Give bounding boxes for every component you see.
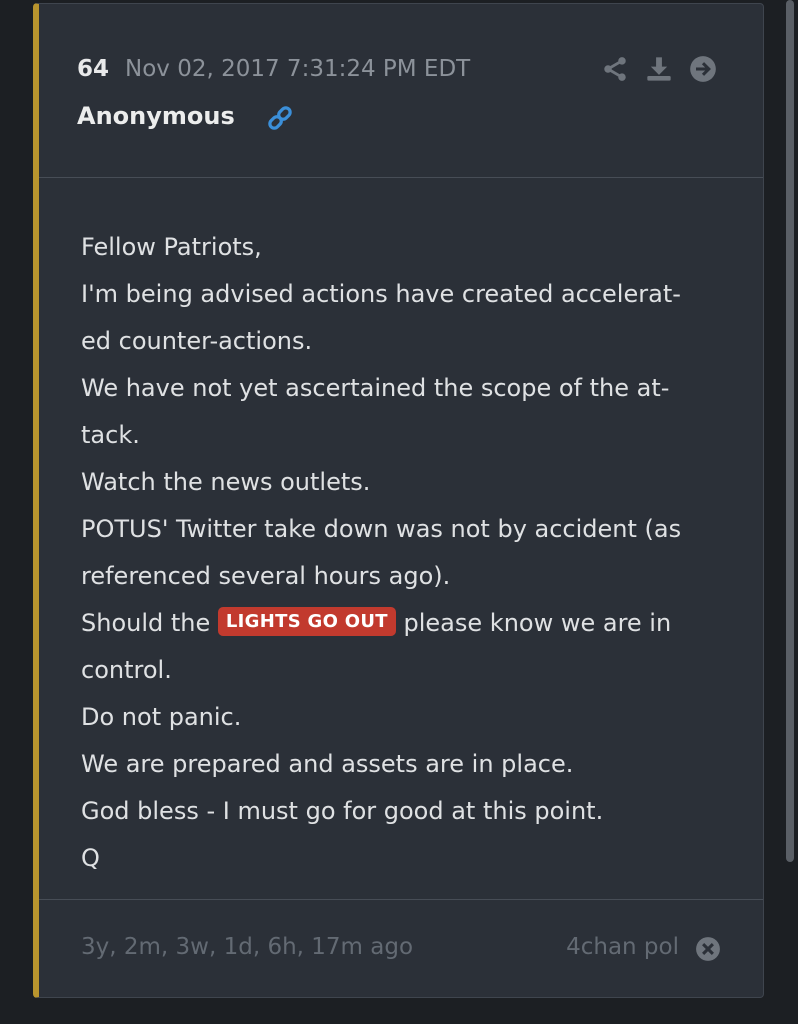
post-body: Fellow Patriots, I'm being advised actio… [81, 224, 731, 882]
author-name: Anonymous [77, 102, 235, 130]
body-line: POTUS' Twitter take down was not by acci… [81, 515, 682, 543]
post-date: Nov 02, 2017 7:31:24 PM EDT [125, 56, 471, 82]
body-line-with-highlight: Should the LIGHTS GO OUT please know we … [81, 600, 731, 647]
scrollbar[interactable] [786, 0, 794, 862]
body-line: control. [81, 656, 172, 684]
body-line: tack. [81, 421, 140, 449]
highlight-after-text: please know we are in [403, 609, 672, 637]
post-actions [601, 54, 717, 84]
body-line: referenced several hours ago). [81, 562, 451, 590]
body-line: God bless - I must go for good at this p… [81, 797, 604, 825]
highlight-badge: LIGHTS GO OUT [217, 606, 396, 636]
link-icon[interactable] [265, 103, 295, 133]
share-icon[interactable] [601, 55, 629, 83]
post-number[interactable]: 64 [77, 56, 109, 82]
body-line: Watch the news outlets. [81, 468, 371, 496]
time-ago: 3y, 2m, 3w, 1d, 6h, 17m ago [81, 934, 414, 960]
body-line: We are prepared and assets are in place. [81, 750, 574, 778]
arrow-right-circle-icon[interactable] [689, 55, 717, 83]
post-header: 64 Nov 02, 2017 7:31:24 PM EDT Anonymous [39, 4, 763, 178]
source-label: 4chan pol [566, 934, 679, 960]
post-footer: 3y, 2m, 3w, 1d, 6h, 17m ago 4chan pol [39, 899, 763, 997]
body-line: ed counter-actions. [81, 327, 313, 355]
close-circle-icon[interactable] [695, 936, 721, 962]
download-icon[interactable] [645, 55, 673, 83]
body-line: Do not panic. [81, 703, 242, 731]
highlight-before-text: Should the [81, 609, 211, 637]
body-line: We have not yet ascertained the scope of… [81, 374, 670, 402]
post-card: 64 Nov 02, 2017 7:31:24 PM EDT Anonymous [33, 3, 764, 998]
body-line: I'm being advised actions have created a… [81, 280, 681, 308]
signature: Q [81, 844, 100, 872]
body-line: Fellow Patriots, [81, 233, 262, 261]
